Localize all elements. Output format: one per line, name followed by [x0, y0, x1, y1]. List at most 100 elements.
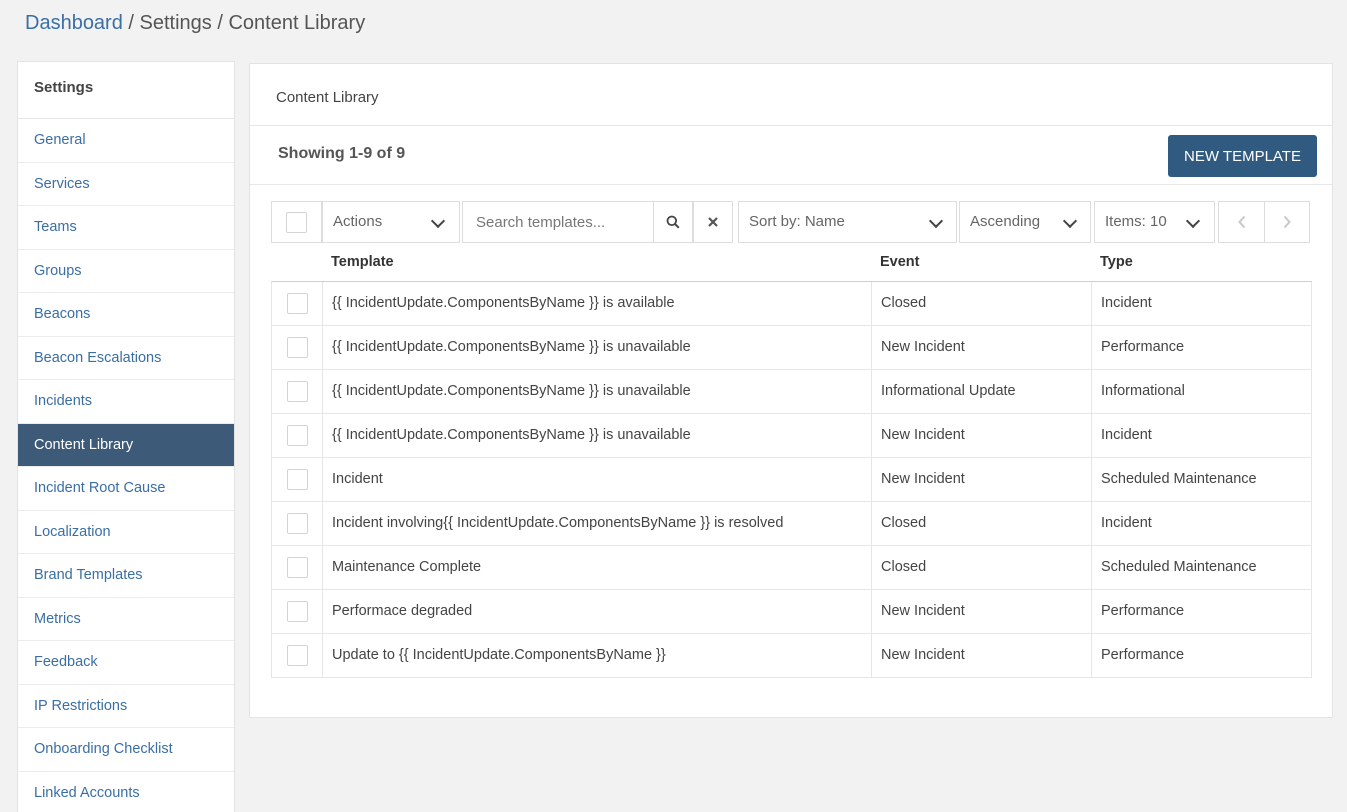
template-cell[interactable]: Update to {{ IncidentUpdate.ComponentsBy…: [323, 634, 872, 677]
sidebar-item-onboarding-checklist[interactable]: Onboarding Checklist: [18, 728, 234, 772]
items-per-page-label: Items: 10: [1105, 213, 1167, 230]
table-row[interactable]: {{ IncidentUpdate.ComponentsByName }} is…: [272, 370, 1311, 414]
items-per-page-dropdown[interactable]: Items: 10: [1094, 201, 1215, 243]
new-template-button[interactable]: NEW TEMPLATE: [1168, 135, 1317, 177]
row-select-cell: [272, 282, 323, 325]
sidebar-item-localization[interactable]: Localization: [18, 511, 234, 554]
clear-search-button[interactable]: [693, 201, 733, 243]
actions-dropdown[interactable]: Actions: [322, 201, 460, 243]
table-row[interactable]: Performace degraded New Incident Performan…: [272, 590, 1311, 634]
sidebar-item-general[interactable]: General: [18, 119, 234, 163]
sidebar-item-beacons[interactable]: Beacons: [18, 293, 234, 337]
type-cell: Performance: [1101, 647, 1185, 663]
template-cell[interactable]: {{ IncidentUpdate.ComponentsByName }} is…: [323, 370, 872, 413]
search-box: [462, 201, 654, 243]
sidebar-item-groups[interactable]: Groups: [18, 250, 234, 293]
table-row[interactable]: Incident New Incident Scheduled Maintenanc…: [272, 458, 1311, 502]
sidebar-item-brand-templates[interactable]: Brand Templates: [18, 554, 234, 598]
row-checkbox[interactable]: [286, 425, 308, 446]
breadcrumb-settings: Settings: [139, 12, 212, 34]
divider: [250, 184, 1332, 185]
type-cell: Informational: [1101, 383, 1185, 399]
row-select-cell: [272, 458, 323, 501]
actions-label: Actions: [333, 213, 383, 230]
event-cell: New Incident: [872, 458, 1092, 501]
sidebar-item-feedback[interactable]: Feedback: [18, 641, 234, 685]
event-cell: Closed: [872, 502, 1092, 545]
row-select-cell: [272, 370, 323, 413]
sidebar-item-ip-restrictions[interactable]: IP Restrictions: [18, 685, 234, 728]
sort-by-label: Sort by: Name: [749, 213, 845, 230]
type-cell: Performance: [1101, 339, 1185, 355]
chevron-down-icon: [430, 213, 446, 229]
divider: [250, 125, 1332, 126]
template-cell[interactable]: Maintenance Complete: [323, 546, 872, 589]
template-cell[interactable]: Incident: [323, 458, 872, 501]
table-row[interactable]: Maintenance Complete Closed Scheduled Main…: [272, 546, 1311, 590]
table-row[interactable]: Update to {{ IncidentUpdate.ComponentsBy…: [272, 634, 1311, 678]
row-checkbox[interactable]: [286, 557, 308, 578]
row-checkbox[interactable]: [286, 513, 308, 534]
table-row[interactable]: {{ IncidentUpdate.ComponentsByName }} is…: [272, 282, 1311, 326]
breadcrumb: Dashboard / Settings / Content Library: [25, 12, 365, 35]
row-select-cell: [272, 590, 323, 633]
event-cell: New Incident: [872, 414, 1092, 457]
event-cell: Closed: [872, 546, 1092, 589]
event-cell: New Incident: [872, 590, 1092, 633]
sidebar-item-content-library[interactable]: Content Library: [18, 423, 234, 467]
template-cell[interactable]: {{ IncidentUpdate.ComponentsByName }} is…: [323, 326, 872, 369]
settings-sidebar: Settings General Services Teams Groups Beaco…: [17, 61, 235, 812]
select-all-checkbox[interactable]: [286, 211, 307, 233]
row-checkbox[interactable]: [286, 645, 308, 666]
sort-by-dropdown[interactable]: Sort by: Name: [738, 201, 957, 243]
close-icon: [708, 217, 718, 227]
column-header-type[interactable]: Type: [1100, 254, 1133, 270]
row-select-cell: [272, 414, 323, 457]
results-count: Showing 1-9 of 9: [278, 145, 406, 162]
sidebar-item-incident-root-cause[interactable]: Incident Root Cause: [18, 467, 234, 511]
event-cell: New Incident: [872, 634, 1092, 677]
sidebar-item-teams[interactable]: Teams: [18, 206, 234, 250]
chevron-right-icon: [1283, 215, 1291, 229]
template-cell[interactable]: Performace degraded: [323, 590, 872, 633]
sidebar-item-beacon-escalations[interactable]: Beacon Escalations: [18, 337, 234, 380]
row-select-cell: [272, 634, 323, 677]
template-cell[interactable]: {{ IncidentUpdate.ComponentsByName }} is…: [323, 282, 872, 325]
breadcrumb-dashboard-link[interactable]: Dashboard: [25, 12, 123, 34]
sidebar-item-metrics[interactable]: Metrics: [18, 598, 234, 641]
table-row[interactable]: {{ IncidentUpdate.ComponentsByName }} is…: [272, 414, 1311, 458]
row-checkbox[interactable]: [286, 469, 308, 490]
template-cell[interactable]: Incident involving{{ IncidentUpdate.Comp…: [323, 502, 872, 545]
row-checkbox[interactable]: [286, 337, 308, 358]
sidebar-item-linked-accounts[interactable]: Linked Accounts: [18, 772, 234, 812]
row-select-cell: [272, 546, 323, 589]
sidebar-item-services[interactable]: Services: [18, 163, 234, 206]
chevron-down-icon: [1062, 213, 1078, 229]
breadcrumb-separator: /: [122, 12, 140, 34]
type-cell: Performance: [1101, 603, 1185, 619]
templates-table: {{ IncidentUpdate.ComponentsByName }} is…: [271, 281, 1312, 678]
search-button[interactable]: [653, 201, 693, 243]
breadcrumb-current: Content Library: [228, 12, 366, 34]
table-row[interactable]: {{ IncidentUpdate.ComponentsByName }} is…: [272, 326, 1311, 370]
sidebar-title: Settings: [18, 62, 234, 119]
sidebar-menu: General Services Teams Groups Beacons Beacon …: [18, 119, 234, 812]
chevron-down-icon: [1185, 213, 1201, 229]
sort-order-dropdown[interactable]: Ascending: [959, 201, 1091, 243]
table-row[interactable]: Incident involving{{ IncidentUpdate.Comp…: [272, 502, 1311, 546]
select-all-cell: [271, 201, 322, 243]
next-page-button[interactable]: [1264, 201, 1310, 243]
content-library-panel: Content Library Showing 1-9 of 9 NEW TEM…: [249, 63, 1333, 718]
sidebar-item-incidents[interactable]: Incidents: [18, 380, 234, 424]
column-header-template[interactable]: Template: [331, 254, 394, 270]
row-select-cell: [272, 502, 323, 545]
event-cell: Closed: [872, 282, 1092, 325]
search-input[interactable]: [463, 202, 654, 242]
template-cell[interactable]: {{ IncidentUpdate.ComponentsByName }} is…: [323, 414, 872, 457]
column-header-event[interactable]: Event: [880, 254, 920, 270]
previous-page-button[interactable]: [1218, 201, 1265, 243]
type-cell: Incident: [1101, 515, 1152, 531]
row-checkbox[interactable]: [286, 381, 308, 402]
row-checkbox[interactable]: [286, 293, 308, 314]
row-checkbox[interactable]: [286, 601, 308, 622]
